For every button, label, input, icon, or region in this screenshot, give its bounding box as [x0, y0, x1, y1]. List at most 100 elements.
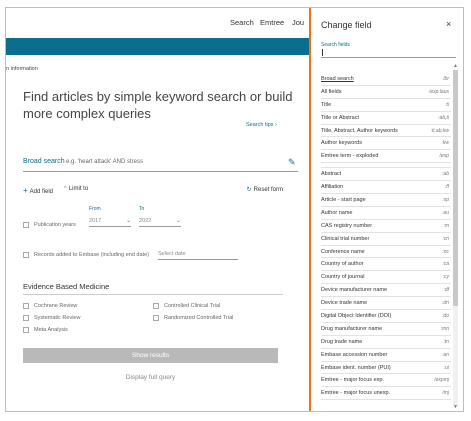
field-item[interactable]: Clinical trial number:cn	[321, 233, 451, 246]
search-fields-input[interactable]	[321, 48, 456, 58]
field-code: /exp	[439, 153, 449, 160]
field-item[interactable]: Device trade name:dn	[321, 297, 451, 311]
field-code: /mj	[442, 390, 449, 397]
scroll-thumb[interactable]	[453, 70, 458, 306]
field-code: :nc	[442, 248, 449, 255]
field-name: Drug trade name	[321, 338, 363, 345]
chevron-down-icon: ⌄	[175, 218, 181, 224]
field-item[interactable]: Embase ident. number (PUI):ui	[321, 362, 451, 375]
pub-years-checkbox[interactable]	[23, 222, 29, 228]
field-item[interactable]: Drug trade name:tn	[321, 336, 451, 349]
search-field-label[interactable]: Broad search	[23, 158, 65, 165]
pencil-icon[interactable]: ✎	[288, 157, 296, 168]
field-item[interactable]: Title or Abstract :ab,ti	[321, 112, 451, 125]
reset-form-button[interactable]: ↻ Reset form	[247, 186, 283, 193]
field-item[interactable]: Author name:au	[321, 207, 451, 220]
page-title: Find articles by simple keyword search o…	[23, 89, 293, 121]
nav-search[interactable]: Search	[230, 18, 254, 27]
search-tips-link[interactable]: Search tips ›	[246, 122, 277, 128]
field-item[interactable]: CAS registry number :m	[321, 220, 451, 233]
field-code: :df	[443, 287, 449, 294]
field-item[interactable]: Emtree - major focus exp. /expmj	[321, 374, 451, 388]
field-code: :ab	[442, 171, 449, 178]
field-name: Article - start page	[321, 197, 366, 204]
chevron-up-icon: ^	[64, 186, 67, 192]
panel-scrollbar[interactable]	[453, 70, 458, 406]
nav-journals[interactable]: Jou	[292, 18, 304, 27]
field-name: Emtree term - exploded	[321, 153, 379, 160]
nav-emtree[interactable]: Emtree	[260, 18, 284, 27]
field-item[interactable]: Country of journal:cy	[321, 271, 451, 285]
field-code: /exp.laus	[428, 88, 449, 95]
field-code: :sp	[442, 197, 449, 204]
field-item[interactable]: Emtree term - exploded/exp	[321, 150, 451, 164]
field-item[interactable]: Title, Abstract, Author keywords:ti,ab,k…	[321, 125, 451, 138]
field-code: :cn	[442, 235, 449, 242]
field-code: :m	[443, 222, 449, 229]
field-name: Drug manufacturer name	[321, 325, 383, 332]
field-name: Title or Abstract	[321, 114, 360, 121]
broad-search-field[interactable]: Broad search e.g. 'heart attack' AND str…	[23, 157, 298, 172]
add-field-button[interactable]: + Add field	[23, 186, 53, 195]
records-added-checkbox[interactable]	[23, 252, 29, 258]
limit-to-button[interactable]: ^ Limit to	[64, 186, 88, 192]
field-code: :ca	[442, 261, 449, 268]
field-name: Conference name	[321, 248, 365, 255]
from-year-value: 2017	[89, 218, 102, 224]
to-year-value: 2022	[139, 218, 152, 224]
field-code: :ab,ti	[438, 114, 449, 121]
scroll-down-icon[interactable]: ▼	[453, 404, 458, 410]
field-name: Device manufacturer name	[321, 287, 388, 294]
search-input[interactable]: e.g. 'heart attack' AND stress	[66, 159, 143, 165]
field-item[interactable]: Digital Object Identifier (DOI):do	[321, 310, 451, 323]
field-item[interactable]: Conference name :nc	[321, 246, 451, 259]
field-name: All fields	[321, 88, 342, 95]
field-name: Country of journal	[321, 274, 365, 281]
field-item[interactable]: Embase accession number:an	[321, 349, 451, 362]
refresh-icon: ↻	[246, 187, 252, 193]
show-results-button[interactable]: Show results	[23, 348, 278, 363]
field-item[interactable]: Author keywords:kw	[321, 137, 451, 151]
field-item[interactable]: Broad search/br	[321, 73, 451, 86]
to-year-select[interactable]: 2022 ⌄	[139, 218, 181, 227]
field-name: Country of author	[321, 261, 364, 268]
field-item[interactable]: Abstract:ab	[321, 168, 451, 182]
field-code: :ui	[443, 364, 449, 371]
systematic-checkbox[interactable]	[23, 315, 29, 321]
field-item[interactable]: All fields/exp.laus	[321, 86, 451, 99]
cct-checkbox[interactable]	[153, 303, 159, 309]
meta-analysis-checkbox[interactable]	[23, 327, 29, 333]
field-code: :do	[442, 313, 449, 320]
field-code: :an	[442, 351, 449, 358]
field-item[interactable]: Drug manufacturer name:mn	[321, 323, 451, 336]
field-item[interactable]: Emtree - major focus unexp. /mj	[321, 387, 451, 401]
panel-title: Change field	[321, 20, 372, 30]
rct-checkbox[interactable]	[153, 315, 159, 321]
display-query-link[interactable]: Display full query	[23, 374, 278, 381]
app-frame: Search Emtree Jou n information Find art…	[5, 7, 464, 412]
divider	[23, 294, 283, 295]
field-name: Title	[321, 101, 332, 108]
date-input[interactable]: Select date	[158, 251, 238, 260]
from-year-select[interactable]: 2017 ⌄	[89, 218, 131, 227]
field-name: Author name	[321, 209, 353, 216]
field-item[interactable]: Device manufacturer name :df	[321, 284, 451, 298]
cochrane-checkbox[interactable]	[23, 303, 29, 309]
field-item[interactable]: Article - start page :sp	[321, 194, 451, 207]
change-field-panel: Change field × Search fields Broad searc…	[309, 8, 463, 411]
field-name: Affiliation	[321, 184, 344, 191]
field-name: CAS registry number	[321, 222, 373, 229]
records-added-label: Records added to Embase (including end d…	[34, 252, 149, 258]
field-code: :dn	[442, 300, 449, 307]
rct-label: Randomized Controlled Trial	[164, 315, 234, 321]
field-item[interactable]: Country of author :ca	[321, 258, 451, 272]
query-tools: + Add field ^ Limit to ↻ Reset form	[23, 186, 283, 196]
field-name: Title, Abstract, Author keywords	[321, 127, 398, 134]
cct-label: Controlled Clinical Trial	[164, 303, 221, 309]
close-icon[interactable]: ×	[446, 19, 451, 29]
scroll-up-icon[interactable]: ▲	[453, 63, 458, 69]
add-field-label: Add field	[29, 189, 54, 195]
field-item[interactable]: Title:ti	[321, 99, 451, 112]
field-list: Broad search/br All fields/exp.laus Titl…	[321, 73, 451, 401]
field-item[interactable]: Affiliation:ff	[321, 181, 451, 195]
